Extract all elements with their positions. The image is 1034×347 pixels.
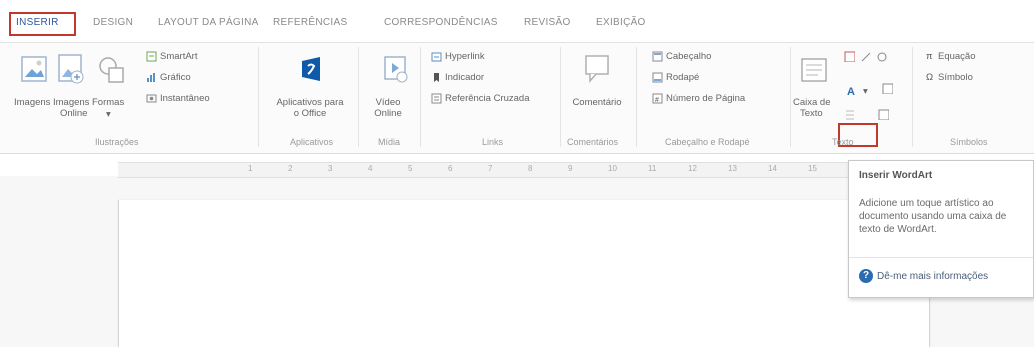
ruler-mark: 11 (648, 164, 657, 173)
text-group-label: Texto (832, 137, 854, 147)
svg-text:#: # (655, 97, 659, 104)
ruler-mark: 6 (448, 164, 453, 173)
tooltip-divider (849, 257, 1033, 258)
imagens-online-label-1: Imagens (53, 97, 90, 108)
tab-layout[interactable]: LAYOUT DA PÁGINA (158, 17, 259, 28)
page-number-icon[interactable]: # (652, 93, 663, 104)
screenshot-icon[interactable] (146, 93, 157, 104)
date-time-icon[interactable] (876, 51, 887, 62)
tab-revisao[interactable]: REVISÃO (524, 17, 571, 28)
shapes-icon[interactable] (97, 55, 127, 85)
formas-label: Formas (92, 97, 125, 108)
ruler-mark: 1 (248, 164, 253, 173)
header-icon[interactable] (652, 51, 663, 62)
tab-inserir[interactable]: INSERIR (16, 17, 59, 28)
horizontal-ruler[interactable]: 1 2 3 4 5 6 7 8 9 10 11 12 13 14 15 (118, 162, 918, 178)
indicador-label[interactable]: Indicador (445, 72, 484, 83)
tooltip-more-info-link[interactable]: Dê-me mais informações (877, 271, 988, 282)
quick-parts-icon[interactable] (844, 51, 855, 62)
object-icon[interactable] (882, 83, 893, 94)
store-icon[interactable] (298, 53, 324, 85)
comentario-label[interactable]: Comentário (562, 97, 632, 108)
ruler-mark: 4 (368, 164, 373, 173)
ruler-mark: 5 (408, 164, 413, 173)
cross-reference-icon[interactable] (431, 93, 442, 104)
tab-design[interactable]: DESIGN (93, 17, 133, 28)
insert-object-icon[interactable] (878, 109, 889, 120)
ruler-mark: 3 (328, 164, 333, 173)
tooltip-body: Adicione um toque artístico ao documento… (859, 198, 1007, 235)
imagens-label: Imagens (14, 97, 51, 108)
tab-exibicao[interactable]: EXIBIÇÃO (596, 17, 646, 28)
equacao-label[interactable]: Equação (938, 51, 976, 62)
illustrations-group-label: Ilustrações (95, 137, 139, 147)
ruler-mark: 8 (528, 164, 533, 173)
signature-line-icon[interactable] (860, 51, 871, 62)
comments-group-label: Comentários (567, 137, 619, 147)
help-icon[interactable]: ? (859, 269, 873, 283)
apps-label-1[interactable]: Aplicativos para (270, 97, 350, 108)
wordart-icon[interactable]: A (846, 85, 857, 96)
header-footer-group-label: Cabeçalho e Rodapé (665, 137, 750, 147)
ruler-mark: 15 (808, 164, 817, 173)
ruler-mark: 7 (488, 164, 493, 173)
ribbon: Imagens Imagens Online Formas ▾ SmartArt… (0, 42, 1034, 154)
ruler-mark: 2 (288, 164, 293, 173)
ruler-mark: 13 (728, 164, 737, 173)
numero-label[interactable]: Número de Página (666, 93, 745, 104)
equation-icon[interactable]: π (926, 51, 933, 62)
instantaneo-label[interactable]: Instantâneo (160, 93, 210, 104)
imagens-online-label-2: Online (60, 108, 88, 119)
ruler-mark: 10 (608, 164, 617, 173)
links-group-label: Links (482, 137, 504, 147)
grafico-label[interactable]: Gráfico (160, 72, 191, 83)
svg-text:A: A (847, 86, 855, 96)
tab-correspondencias[interactable]: CORRESPONDÊNCIAS (384, 17, 498, 28)
caixa-label-2[interactable]: Texto (800, 108, 823, 119)
apps-group-label: Aplicativos (290, 137, 334, 147)
ruler-mark: 12 (688, 164, 697, 173)
hyperlink-icon[interactable] (431, 51, 442, 62)
smartart-label[interactable]: SmartArt (160, 51, 197, 62)
tab-referencias[interactable]: REFERÊNCIAS (273, 17, 347, 28)
ruler-mark: 14 (768, 164, 777, 173)
drop-cap-icon[interactable] (844, 109, 855, 120)
ruler-mark: 9 (568, 164, 573, 173)
cabecalho-label[interactable]: Cabeçalho (666, 51, 711, 62)
video-label-1[interactable]: Vídeo (368, 97, 408, 108)
footer-icon[interactable] (652, 72, 663, 83)
wordart-tooltip: Inserir WordArt Adicione um toque artíst… (848, 160, 1034, 298)
rodape-label[interactable]: Rodapé (666, 72, 699, 83)
document-page[interactable] (118, 200, 930, 347)
media-group-label: Mídia (378, 137, 401, 147)
ribbon-tabs: INSERIR DESIGN LAYOUT DA PÁGINA REFERÊNC… (0, 0, 1034, 42)
bookmark-icon[interactable] (431, 72, 442, 83)
referencia-label[interactable]: Referência Cruzada (445, 93, 530, 104)
symbols-group-label: Símbolos (950, 137, 988, 147)
text-box-icon[interactable] (800, 57, 830, 87)
online-video-icon[interactable] (382, 53, 408, 85)
hyperlink-label[interactable]: Hyperlink (445, 51, 485, 62)
formas-dropdown-icon[interactable]: ▾ (106, 109, 111, 120)
caixa-label-1[interactable]: Caixa de (793, 97, 831, 108)
video-label-2[interactable]: Online (368, 108, 408, 119)
tooltip-title: Inserir WordArt (859, 170, 933, 181)
smartart-icon[interactable] (146, 51, 157, 62)
online-pictures-icon[interactable] (56, 53, 86, 85)
apps-label-2[interactable]: o Office (270, 108, 350, 119)
chart-icon[interactable] (146, 72, 157, 83)
symbol-icon[interactable]: Ω (926, 72, 933, 83)
simbolo-label[interactable]: Símbolo (938, 72, 973, 83)
new-comment-icon[interactable] (584, 53, 612, 85)
pictures-icon[interactable] (20, 55, 48, 85)
wordart-dropdown-icon[interactable]: ▾ (863, 86, 868, 97)
